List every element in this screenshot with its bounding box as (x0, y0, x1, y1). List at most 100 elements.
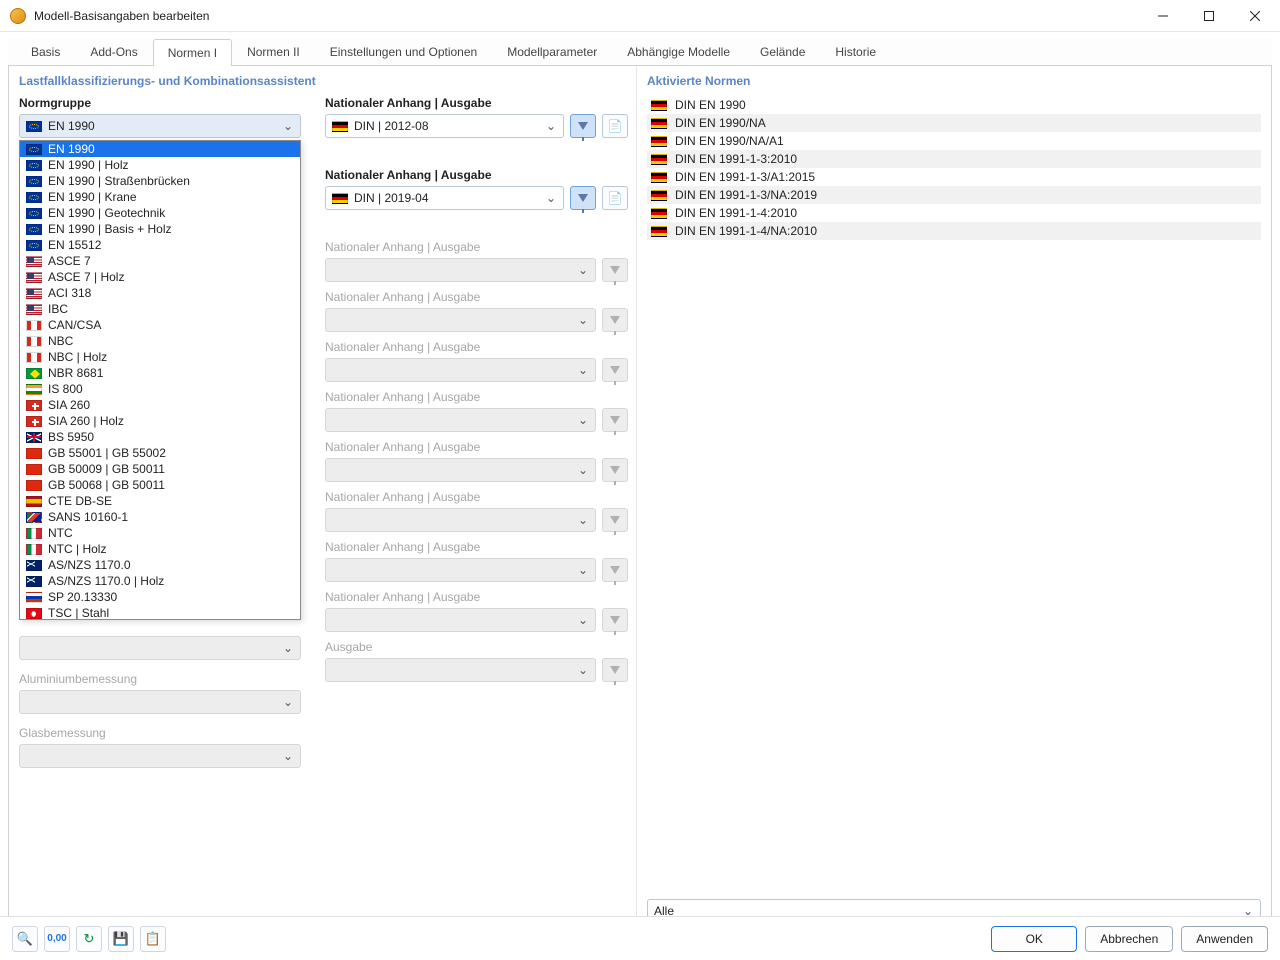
flag-icon (26, 320, 42, 331)
units-tool-button[interactable]: 0,00 (44, 926, 70, 952)
dropdown-item[interactable]: GB 50009 | GB 50011 (20, 461, 300, 477)
chevron-down-icon: ⌄ (575, 263, 591, 277)
dropdown-item[interactable]: NBC | Holz (20, 349, 300, 365)
flag-icon (651, 172, 667, 183)
chevron-down-icon: ⌄ (280, 119, 296, 133)
flag-icon (26, 160, 42, 171)
maximize-button[interactable] (1186, 0, 1232, 32)
standard-item[interactable]: DIN EN 1991-1-3/NA:2019 (647, 186, 1261, 204)
disabled-combo: ⌄ (19, 636, 301, 660)
dropdown-item[interactable]: IS 800 (20, 381, 300, 397)
save-tool-button[interactable]: 💾 (108, 926, 134, 952)
flag-icon (26, 144, 42, 155)
funnel-icon (610, 466, 620, 474)
standard-item[interactable]: DIN EN 1991-1-4:2010 (647, 204, 1261, 222)
standard-item[interactable]: DIN EN 1991-1-3/A1:2015 (647, 168, 1261, 186)
standard-item[interactable]: DIN EN 1991-1-3:2010 (647, 150, 1261, 168)
dropdown-item[interactable]: EN 15512 (20, 237, 300, 253)
dropdown-item[interactable]: AS/NZS 1170.0 | Holz (20, 573, 300, 589)
dropdown-item[interactable]: SP 20.13330 (20, 589, 300, 605)
dropdown-item[interactable]: EN 1990 | Krane (20, 189, 300, 205)
flag-icon (651, 136, 667, 147)
flag-icon (26, 288, 42, 299)
close-button[interactable] (1232, 0, 1278, 32)
standard-item[interactable]: DIN EN 1990/NA/A1 (647, 132, 1261, 150)
flag-icon (26, 592, 42, 603)
flag-icon (26, 384, 42, 395)
apply-button[interactable]: Anwenden (1181, 926, 1268, 952)
dropdown-item[interactable]: NTC | Holz (20, 541, 300, 557)
tab-basis[interactable]: Basis (16, 38, 75, 65)
funnel-icon (578, 194, 588, 202)
annex-combo: ⌄ (325, 608, 596, 632)
dropdown-item[interactable]: NBR 8681 (20, 365, 300, 381)
annex-combo[interactable]: DIN | 2012-08⌄ (325, 114, 564, 138)
disabled-group-label: Glasbemessung (19, 726, 309, 740)
annex-combo: ⌄ (325, 258, 596, 282)
chevron-down-icon: ⌄ (280, 695, 296, 709)
dropdown-item[interactable]: SANS 10160-1 (20, 509, 300, 525)
annex-label: Nationaler Anhang | Ausgabe (325, 168, 628, 182)
flag-icon (26, 528, 42, 539)
minimize-button[interactable] (1140, 0, 1186, 32)
dropdown-item[interactable]: EN 1990 | Basis + Holz (20, 221, 300, 237)
standard-item[interactable]: DIN EN 1990/NA (647, 114, 1261, 132)
dropdown-item[interactable]: GB 55001 | GB 55002 (20, 445, 300, 461)
main-panel: Lastfallklassifizierungs- und Kombinatio… (8, 66, 1272, 932)
dropdown-item[interactable]: ASCE 7 (20, 253, 300, 269)
dropdown-item[interactable]: EN 1990 | Straßenbrücken (20, 173, 300, 189)
tab-normen-ii[interactable]: Normen II (232, 38, 315, 65)
tab-abh-ngige-modelle[interactable]: Abhängige Modelle (612, 38, 745, 65)
normgruppe-value: EN 1990 (48, 119, 274, 133)
dropdown-item[interactable]: EN 1990 | Geotechnik (20, 205, 300, 221)
normgruppe-combo[interactable]: EN 1990 ⌄ (19, 114, 301, 138)
tab-gel-nde[interactable]: Gelände (745, 38, 820, 65)
add-annex-button[interactable]: 📄 (602, 114, 628, 138)
chevron-down-icon: ⌄ (575, 313, 591, 327)
col-annex: Nationaler Anhang | Ausgabe DIN | 2012-08… (325, 96, 628, 780)
normgruppe-dropdown[interactable]: EN 1990EN 1990 | HolzEN 1990 | Straßenbr… (19, 140, 301, 620)
dropdown-item[interactable]: SIA 260 (20, 397, 300, 413)
annex-label: Nationaler Anhang | Ausgabe (325, 490, 628, 504)
dropdown-item[interactable]: SIA 260 | Holz (20, 413, 300, 429)
dropdown-item[interactable]: GB 50068 | GB 50011 (20, 477, 300, 493)
annex-combo[interactable]: DIN | 2019-04⌄ (325, 186, 564, 210)
standard-item[interactable]: DIN EN 1990 (647, 96, 1261, 114)
chevron-down-icon: ⌄ (575, 413, 591, 427)
window-title: Modell-Basisangaben bearbeiten (34, 9, 1140, 23)
standard-item[interactable]: DIN EN 1991-1-4/NA:2010 (647, 222, 1261, 240)
tab-add-ons[interactable]: Add-Ons (75, 38, 152, 65)
flag-icon (651, 208, 667, 219)
tab-normen-i[interactable]: Normen I (153, 39, 232, 66)
dropdown-item[interactable]: IBC (20, 301, 300, 317)
dropdown-item[interactable]: NTC (20, 525, 300, 541)
dropdown-item[interactable]: TSC | Stahl (20, 605, 300, 620)
chevron-down-icon: ⌄ (575, 563, 591, 577)
dropdown-item[interactable]: EN 1990 (20, 141, 300, 157)
cancel-button[interactable]: Abbrechen (1085, 926, 1173, 952)
copy-tool-button[interactable]: 📋 (140, 926, 166, 952)
annex-label: Nationaler Anhang | Ausgabe (325, 96, 628, 110)
search-tool-button[interactable]: 🔍 (12, 926, 38, 952)
dropdown-item[interactable]: CTE DB-SE (20, 493, 300, 509)
dropdown-item[interactable]: AS/NZS 1170.0 (20, 557, 300, 573)
filter-button[interactable] (570, 186, 596, 210)
refresh-tool-button[interactable]: ↻ (76, 926, 102, 952)
dropdown-item[interactable]: CAN/CSA (20, 317, 300, 333)
filter-button[interactable] (570, 114, 596, 138)
ok-button[interactable]: OK (991, 926, 1077, 952)
add-annex-button[interactable]: 📄 (602, 186, 628, 210)
dropdown-item[interactable]: NBC (20, 333, 300, 349)
tab-modellparameter[interactable]: Modellparameter (492, 38, 612, 65)
dropdown-item[interactable]: ACI 318 (20, 285, 300, 301)
flag-icon (26, 480, 42, 491)
dropdown-item[interactable]: EN 1990 | Holz (20, 157, 300, 173)
flag-icon (651, 100, 667, 111)
annex-label: Nationaler Anhang | Ausgabe (325, 390, 628, 404)
flag-icon (651, 190, 667, 201)
tab-einstellungen-und-optionen[interactable]: Einstellungen und Optionen (315, 38, 492, 65)
dropdown-item[interactable]: BS 5950 (20, 429, 300, 445)
tab-historie[interactable]: Historie (820, 38, 891, 65)
funnel-icon (610, 366, 620, 374)
dropdown-item[interactable]: ASCE 7 | Holz (20, 269, 300, 285)
